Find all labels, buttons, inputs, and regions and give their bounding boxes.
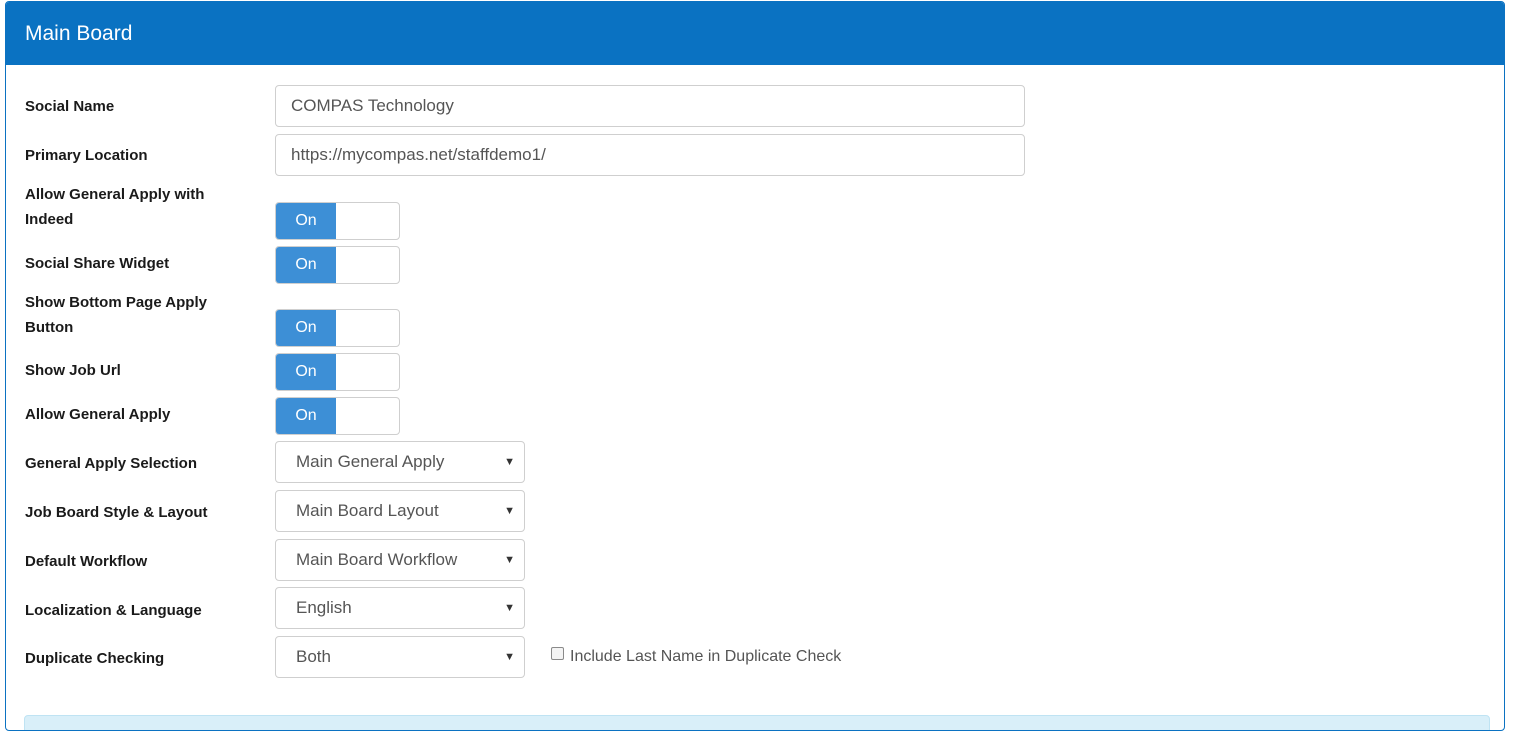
toggle-on-label: On [276,203,336,239]
info-alert [24,715,1490,730]
toggle-on-label: On [276,354,336,390]
primary-location-label: Primary Location [25,147,148,164]
default-workflow-select[interactable]: Main Board Workflow ▼ [275,539,525,581]
social-share-widget-label: Social Share Widget [25,255,170,272]
select-value: Both [296,647,331,666]
include-last-name-checkbox[interactable] [551,646,564,660]
caret-down-icon: ▼ [504,651,515,663]
show-bottom-apply-label: Show Bottom Page Apply Button [25,294,207,336]
show-bottom-apply-toggle[interactable]: On [275,309,400,347]
main-board-panel: Main Board Social Name Primary Location … [5,1,1505,731]
duplicate-checking-label: Duplicate Checking [25,650,165,667]
allow-general-apply-label: Allow General Apply [25,406,171,423]
job-board-style-label: Job Board Style & Layout [25,504,208,521]
select-value: Main Board Workflow [296,550,458,569]
allow-general-apply-toggle[interactable]: On [275,397,400,435]
panel-title: Main Board [6,2,1504,65]
primary-location-input[interactable] [275,134,1025,176]
caret-down-icon: ▼ [504,456,515,468]
allow-general-apply-indeed-label: Allow General Apply with Indeed [25,186,205,228]
toggle-on-label: On [276,247,336,283]
show-job-url-toggle[interactable]: On [275,353,400,391]
general-apply-selection-select[interactable]: Main General Apply ▼ [275,441,525,483]
social-name-label: Social Name [25,98,115,115]
caret-down-icon: ▼ [504,602,515,614]
caret-down-icon: ▼ [504,554,515,566]
select-value: Main General Apply [296,452,445,471]
general-apply-selection-label: General Apply Selection [25,455,197,472]
show-job-url-label: Show Job Url [25,362,121,379]
select-value: English [296,598,352,617]
allow-general-apply-indeed-toggle[interactable]: On [275,202,400,240]
toggle-on-label: On [276,310,336,346]
social-share-widget-toggle[interactable]: On [275,246,400,284]
include-last-name-label: Include Last Name in Duplicate Check [570,648,842,665]
caret-down-icon: ▼ [504,505,515,517]
default-workflow-label: Default Workflow [25,553,148,570]
duplicate-checking-select[interactable]: Both ▼ [275,636,525,678]
job-board-style-select[interactable]: Main Board Layout ▼ [275,490,525,532]
social-name-input[interactable] [275,85,1025,127]
toggle-on-label: On [276,398,336,434]
include-last-name-option[interactable]: Include Last Name in Duplicate Check [551,646,842,666]
localization-select[interactable]: English ▼ [275,587,525,629]
select-value: Main Board Layout [296,501,439,520]
localization-label: Localization & Language [25,602,202,619]
